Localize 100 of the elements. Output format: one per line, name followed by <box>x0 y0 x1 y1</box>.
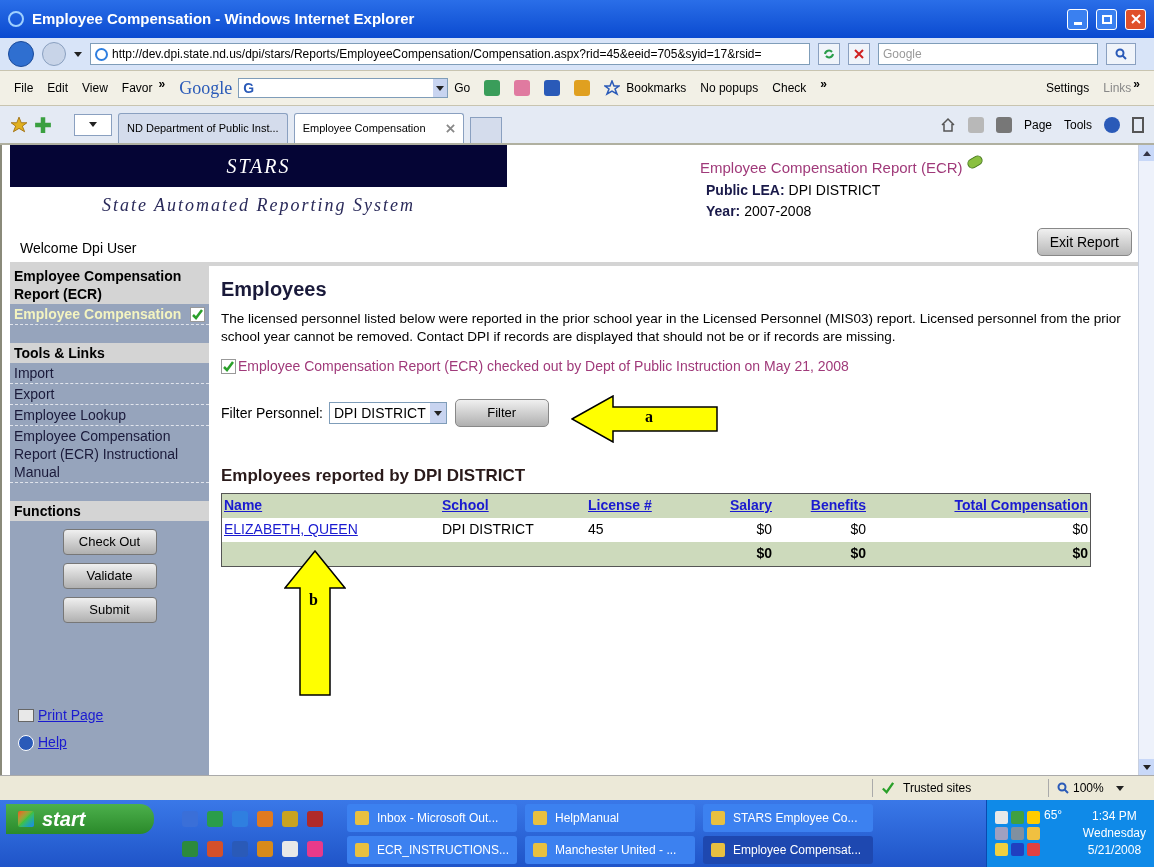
tray-icon[interactable] <box>1011 811 1024 824</box>
toolbar-overflow[interactable]: » <box>820 75 827 93</box>
menu-overflow[interactable]: » <box>158 75 166 93</box>
browser-tab[interactable]: Employee Compensation <box>293 113 464 143</box>
search-button[interactable] <box>1106 43 1136 65</box>
address-field[interactable]: http://dev.dpi.state.nd.us/dpi/stars/Reports/EmployeeCompensation/Compensation.aspx?rid=45&eeid=705&syid=17&rsid= <box>90 43 810 65</box>
quick-launch-icon[interactable] <box>282 840 298 857</box>
page-menu[interactable]: Page <box>1023 115 1052 134</box>
links-overflow[interactable]: » <box>1133 75 1140 93</box>
filter-button[interactable]: Filter <box>454 399 549 427</box>
taskbar-button[interactable]: HelpManual <box>525 803 695 832</box>
total-cell-text: $0 <box>1072 544 1088 563</box>
lea-label: Public LEA: <box>706 180 785 200</box>
browser-tab[interactable]: ND Department of Public Inst... <box>118 113 288 143</box>
table-cell: $0 <box>850 521 866 537</box>
go-button[interactable]: Go <box>454 79 471 97</box>
table-cell: $0 <box>1072 521 1088 537</box>
column-header-link[interactable]: Benefits <box>810 497 866 513</box>
taskbar-button[interactable]: ECR_INSTRUCTIONS... <box>347 835 517 864</box>
forward-button[interactable] <box>42 42 66 66</box>
tray-icon[interactable] <box>995 843 1008 856</box>
tray-icon[interactable] <box>1011 843 1024 856</box>
sidebar-link[interactable]: Print Page <box>38 705 104 726</box>
search-icon <box>1115 48 1127 60</box>
logo-title: STARS <box>226 154 291 179</box>
taskbar-button[interactable]: Inbox - Microsoft Out... <box>347 803 517 832</box>
filter-dropdown[interactable]: DPI DISTRICT <box>328 402 447 424</box>
restore-button[interactable] <box>1096 8 1117 30</box>
stop-button[interactable] <box>848 43 870 65</box>
sidebar-item[interactable]: Export <box>10 384 209 405</box>
tray-icon[interactable] <box>995 811 1008 824</box>
browser-logo-icon <box>8 11 24 27</box>
employee-link[interactable]: ELIZABETH, QUEEN <box>224 521 358 537</box>
zoom-icon <box>1057 782 1069 794</box>
sidebar-item[interactable]: Employee Compensation Report (ECR) Instructional Manual <box>10 426 209 483</box>
sidebar-item[interactable]: Import <box>10 363 209 384</box>
star-plus-icon[interactable] <box>34 115 52 134</box>
back-button[interactable] <box>8 41 34 67</box>
tray-icon[interactable] <box>1027 843 1040 856</box>
sidebar-heading: Employee Compensation Report (ECR) <box>10 266 209 304</box>
caret-icon <box>1142 764 1151 770</box>
sidebar-link[interactable]: Help <box>38 732 67 753</box>
logo-subtitle: State Automated Reporting System <box>100 193 417 217</box>
quick-launch-icon[interactable] <box>282 810 298 827</box>
bookmarks-menu[interactable]: Bookmarks <box>626 79 687 97</box>
sidebar-heading: Functions <box>10 501 209 521</box>
minimize-button[interactable] <box>1067 8 1088 30</box>
home-icon[interactable] <box>939 116 956 133</box>
settings-menu[interactable]: Settings <box>1045 79 1090 97</box>
menu-item[interactable]: View <box>82 79 108 97</box>
quick-tabs-button[interactable] <box>74 113 112 136</box>
help-icon[interactable] <box>1104 116 1120 133</box>
no-popups-button[interactable]: No popups <box>700 79 759 97</box>
welcome-text: Welcome Dpi User <box>19 239 138 258</box>
search-field[interactable]: Google <box>878 43 1098 65</box>
taskbar-button[interactable]: Manchester United - ... <box>525 835 695 864</box>
refresh-icon <box>823 48 835 60</box>
column-header-link[interactable]: Salary <box>729 497 772 513</box>
star-icon[interactable] <box>604 80 621 96</box>
menu-item[interactable]: Edit <box>47 79 69 97</box>
new-tab-button[interactable] <box>469 117 502 143</box>
column-header-link[interactable]: School <box>442 497 489 513</box>
refresh-button[interactable] <box>818 43 840 65</box>
sidebar-item[interactable]: Employee Lookup <box>10 405 209 426</box>
spellcheck-button[interactable]: Check <box>772 79 807 97</box>
security-zone: Trusted sites <box>903 780 972 797</box>
function-button[interactable]: Validate <box>62 563 157 589</box>
column-header-link[interactable]: Name <box>224 497 263 513</box>
zoom-level[interactable]: 100% <box>1073 779 1104 797</box>
function-button[interactable]: Submit <box>62 597 157 623</box>
tray-icon[interactable] <box>995 827 1008 840</box>
google-search-field[interactable]: G <box>238 78 449 98</box>
total-cell-text: $0 <box>850 544 866 563</box>
scroll-up-button[interactable] <box>1139 145 1154 161</box>
tools-menu[interactable]: Tools <box>1064 115 1092 134</box>
scrollbar[interactable] <box>1138 145 1154 775</box>
close-button[interactable] <box>1125 8 1146 30</box>
taskbar-button[interactable]: STARS Employee Co... <box>703 803 873 832</box>
report-title: Employee Compensation Report (ECR) <box>700 158 963 178</box>
close-icon[interactable] <box>445 124 455 133</box>
table-cell: DPI DISTRICT <box>442 521 534 537</box>
tray-icon[interactable] <box>1011 827 1024 840</box>
menu-item[interactable]: File <box>14 79 34 97</box>
start-button[interactable]: start <box>6 804 154 834</box>
windows-logo-icon <box>18 811 34 827</box>
caret-icon <box>74 51 82 57</box>
scroll-down-button[interactable] <box>1139 759 1154 775</box>
column-header-link[interactable]: Total Compensation <box>954 497 1088 513</box>
tray-icon[interactable] <box>1027 827 1040 840</box>
exit-report-button[interactable]: Exit Report <box>1036 228 1132 256</box>
function-button[interactable]: Check Out <box>62 529 157 555</box>
star-icon[interactable] <box>10 115 28 134</box>
checkmark-icon <box>190 307 205 322</box>
column-header-link[interactable]: License # <box>588 497 652 513</box>
tray-icon[interactable] <box>1027 811 1040 824</box>
menu-item[interactable]: Favor <box>121 79 153 97</box>
taskbar-button[interactable]: Employee Compensat... <box>703 835 873 864</box>
quick-launch-icon[interactable] <box>257 840 273 857</box>
total-cell-text: $0 <box>756 544 772 563</box>
caret-up-icon <box>1142 150 1151 156</box>
